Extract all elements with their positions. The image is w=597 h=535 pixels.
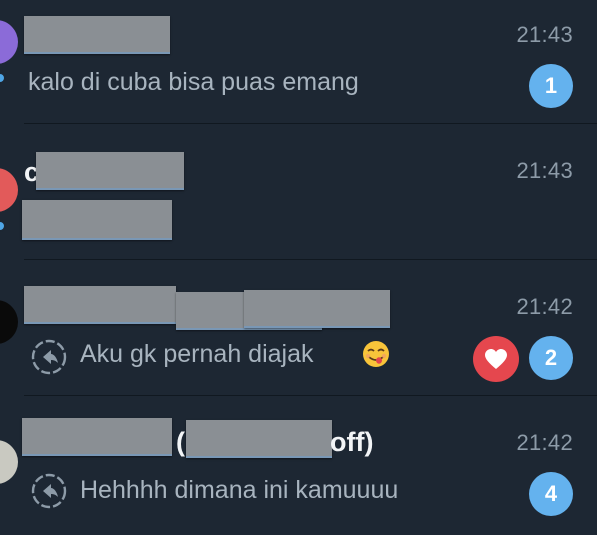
unread-count-badge: 2 (529, 336, 573, 380)
avatar[interactable] (0, 168, 18, 212)
online-indicator (0, 72, 6, 84)
face-savoring-food-emoji (363, 341, 389, 367)
online-indicator (0, 220, 6, 232)
chat-row[interactable]: 21:42 Aku gk pernah diajak 2 (0, 260, 597, 396)
message-time: 21:42 (516, 430, 573, 455)
redacted-name (24, 286, 176, 324)
chat-name: ( (176, 427, 185, 457)
avatar[interactable] (0, 440, 18, 484)
message-time: 21:43 (516, 22, 573, 47)
unread-count-badge: 4 (529, 472, 573, 516)
redacted-preview (22, 200, 172, 240)
unread-count-badge: 1 (529, 64, 573, 108)
message-preview: kalo di cuba bisa puas emang (28, 68, 359, 96)
message-time: 21:42 (516, 294, 573, 319)
message-preview: Hehhhh dimana ini kamuuuu (80, 476, 399, 504)
avatar[interactable] (0, 300, 18, 344)
avatar[interactable] (0, 20, 18, 64)
chat-row[interactable]: c 21:43 (0, 124, 597, 260)
chat-list: 21:43 kalo di cuba bisa puas emang 1 c 2… (0, 0, 597, 535)
message-preview: Aku gk pernah diajak (80, 340, 314, 368)
heart-icon (485, 349, 507, 369)
redacted-name (22, 418, 172, 456)
redacted-name (244, 290, 390, 328)
reply-icon (31, 473, 67, 509)
reaction-badge (473, 336, 519, 382)
redacted-name (36, 152, 184, 190)
chat-name: off) (330, 427, 374, 457)
chat-row[interactable]: 21:43 kalo di cuba bisa puas emang 1 (0, 0, 597, 124)
chat-row[interactable]: ( off) 21:42 Hehhhh dimana ini kamuuuu 4 (0, 396, 597, 532)
redacted-name (186, 420, 332, 458)
redacted-name (24, 16, 170, 54)
message-time: 21:43 (516, 158, 573, 183)
reply-icon (31, 339, 67, 375)
